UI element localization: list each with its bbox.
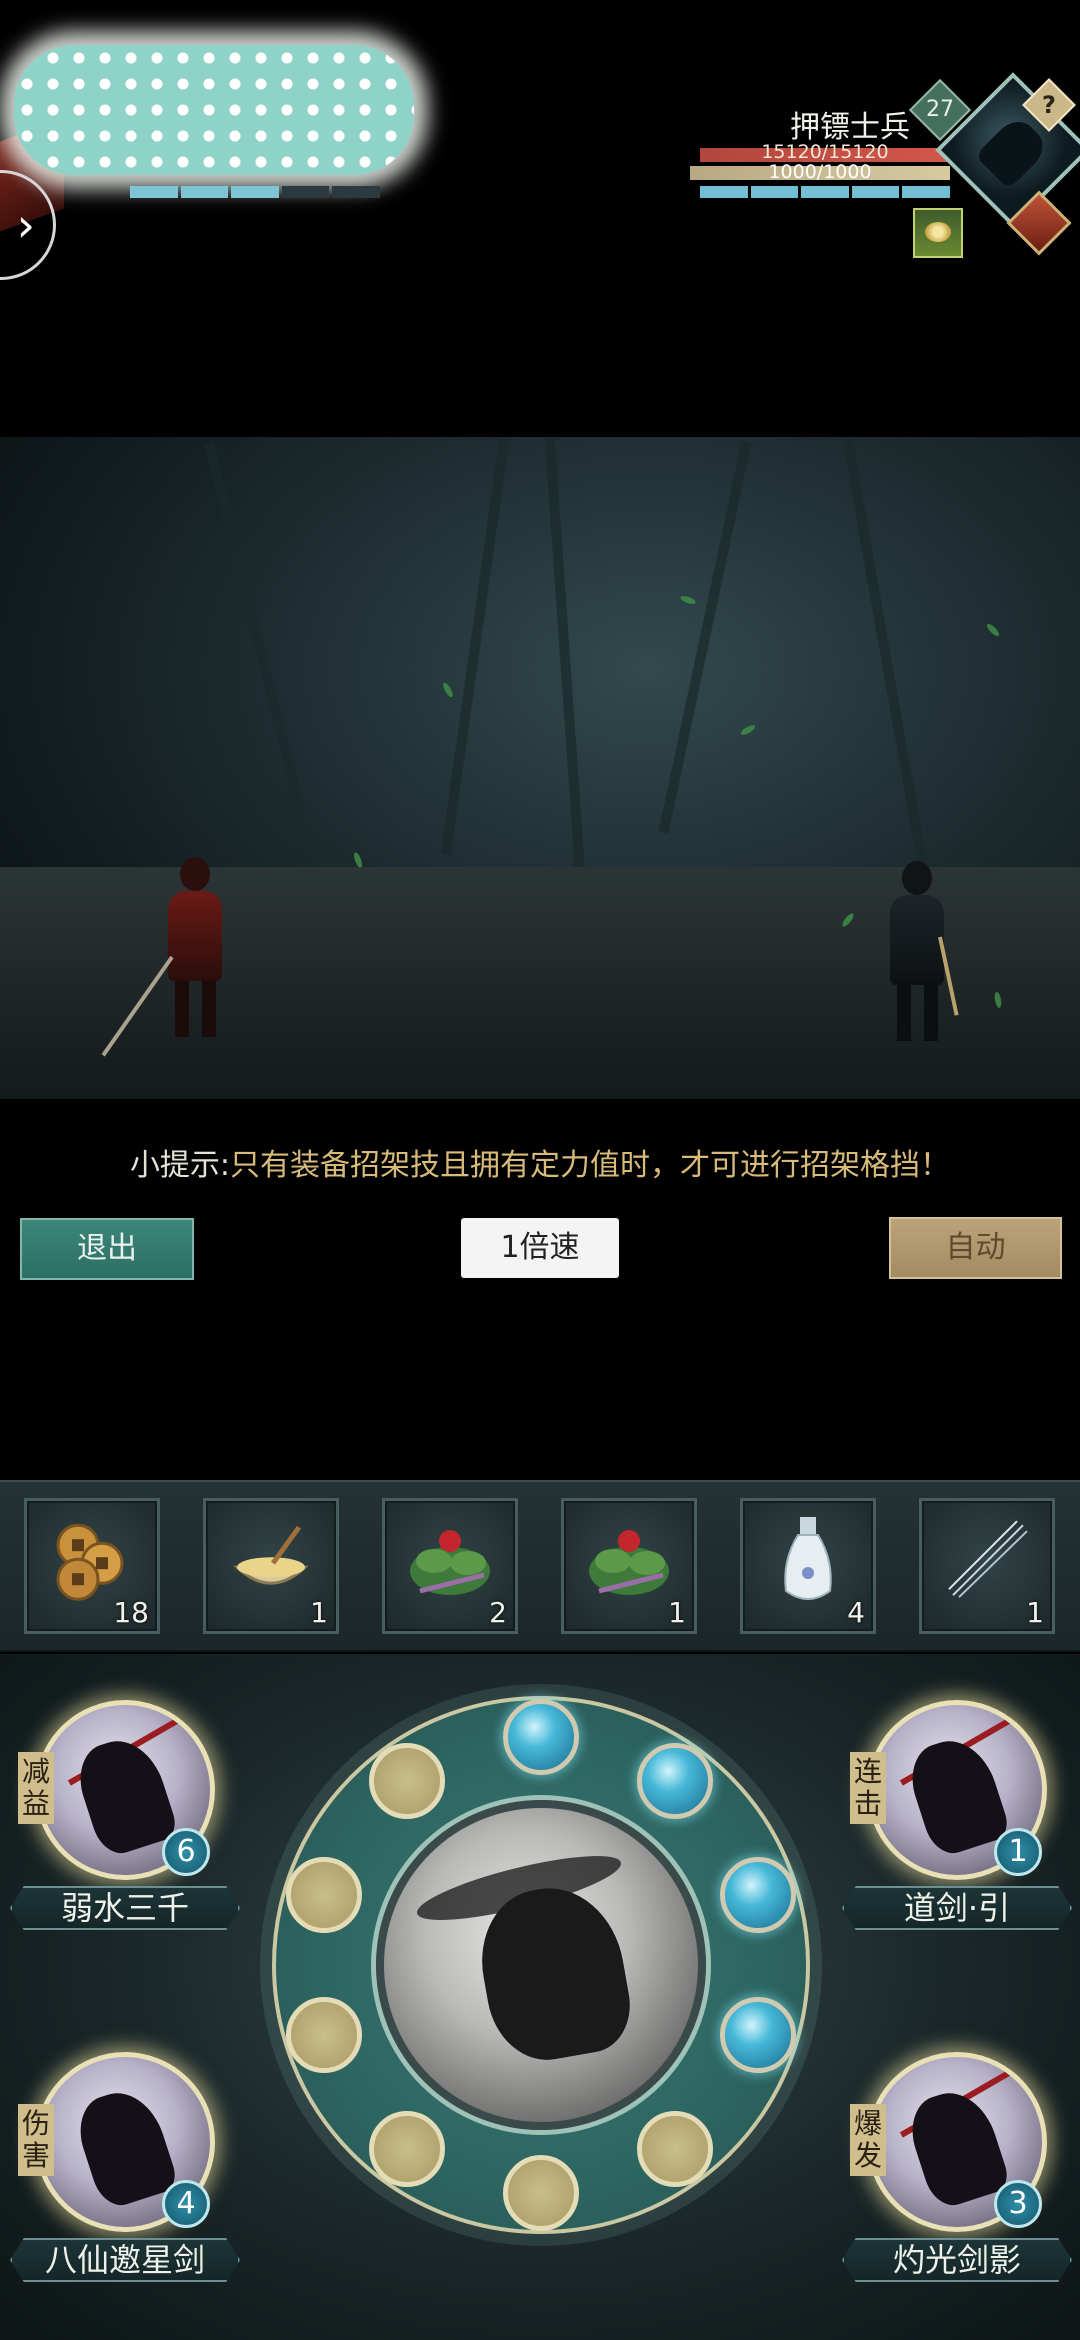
- tip-lead: 小提示:: [129, 1148, 231, 1183]
- copper-coins-icon: [56, 1523, 124, 1601]
- item-slot[interactable]: 2: [382, 1498, 518, 1634]
- battle-hud: › 押镖士兵 27 15120/15120 1000/1000 ?: [0, 0, 1080, 300]
- skill-bottom-right[interactable]: 爆发 3 灼光剑影: [842, 2052, 1072, 2282]
- item-count: 4: [847, 1596, 865, 1629]
- skill-level-badge: 6: [162, 1828, 210, 1876]
- energy-slot-filled: [719, 1997, 796, 2074]
- item-slot[interactable]: 18: [24, 1498, 160, 1634]
- item-count: 1: [668, 1596, 686, 1629]
- enemy-hp-text: 15120/15120: [761, 141, 889, 163]
- item-count: 1: [310, 1596, 328, 1629]
- auto-button[interactable]: 自动: [889, 1217, 1062, 1279]
- skill-name: 灼光剑影: [842, 2238, 1072, 2282]
- enemy-name: 押镖士兵: [790, 110, 910, 145]
- skill-name: 道剑·引: [842, 1886, 1072, 1930]
- falling-leaf: [985, 622, 1001, 638]
- skill-tag: 减益: [18, 1752, 54, 1824]
- enemy-buff-icon[interactable]: [913, 208, 963, 258]
- skill-level-badge: 3: [994, 2180, 1042, 2228]
- player-character: [168, 857, 222, 1037]
- falling-leaf: [441, 681, 455, 699]
- bamboo-stalk: [440, 438, 510, 856]
- skill-name: 弱水三千: [10, 1886, 240, 1930]
- falling-leaf: [679, 594, 697, 606]
- skill-level-badge: 1: [994, 1828, 1042, 1876]
- energy-slot-empty: [368, 2111, 445, 2188]
- bamboo-stalk: [204, 441, 306, 813]
- red-flower-herb-icon: [589, 1530, 669, 1595]
- ultimate-skill-button[interactable]: [376, 1800, 706, 2130]
- tip-body: 只有装备招架技且拥有定力值时，才可进行招架格挡！: [230, 1148, 951, 1183]
- speed-button[interactable]: 1倍速: [461, 1218, 619, 1278]
- item-slot[interactable]: 4: [740, 1498, 876, 1634]
- energy-slot-filled: [637, 1742, 713, 1819]
- chevron-right-icon: ›: [16, 198, 35, 252]
- skill-name: 八仙邀星剑: [10, 2238, 240, 2282]
- question-icon: ?: [1042, 91, 1056, 119]
- enemy-mp-text: 1000/1000: [768, 161, 872, 183]
- enemy-energy-bar: [700, 186, 950, 198]
- energy-slot-empty: [637, 2111, 713, 2188]
- falling-leaf: [352, 851, 364, 869]
- item-slot[interactable]: 1: [919, 1498, 1055, 1634]
- exit-button[interactable]: 退出: [20, 1218, 194, 1280]
- skill-tag: 爆发: [850, 2104, 886, 2176]
- energy-slot-empty: [286, 1856, 363, 1933]
- battle-scene: [0, 437, 1080, 1099]
- item-slot[interactable]: 1: [561, 1498, 697, 1634]
- item-slot[interactable]: 1: [203, 1498, 339, 1634]
- needles-icon: [948, 1520, 1028, 1598]
- bamboo-stalk: [658, 440, 752, 834]
- skill-level-badge: 4: [162, 2180, 210, 2228]
- enemy-character: [890, 861, 944, 1041]
- item-bar: 18 1 2 1 4 1: [0, 1480, 1080, 1652]
- skill-top-right[interactable]: 连击 1 道剑·引: [842, 1700, 1072, 1930]
- skill-bottom-left[interactable]: 伤害 4 八仙邀星剑: [10, 2052, 240, 2282]
- skill-tag: 伤害: [18, 2104, 54, 2176]
- battle-tip: 小提示:只有装备招架技且拥有定力值时，才可进行招架格挡！: [0, 1140, 1080, 1184]
- red-flower-herb-icon: [410, 1530, 490, 1595]
- skill-tag: 连击: [850, 1752, 886, 1824]
- skill-top-left[interactable]: 减益 6 弱水三千: [10, 1700, 240, 1930]
- energy-slot-filled: [719, 1856, 796, 1933]
- bamboo-stalk: [544, 437, 586, 877]
- energy-slot-empty: [368, 1742, 445, 1819]
- bamboo-stalk: [842, 439, 928, 865]
- item-count: 2: [489, 1596, 507, 1629]
- porcelain-bottle-icon: [784, 1517, 832, 1600]
- item-count: 18: [113, 1596, 149, 1629]
- item-count: 1: [1026, 1596, 1044, 1629]
- falling-leaf: [739, 723, 757, 737]
- energy-slot-filled: [503, 1699, 579, 1775]
- redacted-player-status: [14, 45, 414, 175]
- food-bowl-icon: [233, 1525, 309, 1585]
- player-energy-bar: [130, 186, 380, 198]
- energy-slot-empty: [503, 2155, 579, 2231]
